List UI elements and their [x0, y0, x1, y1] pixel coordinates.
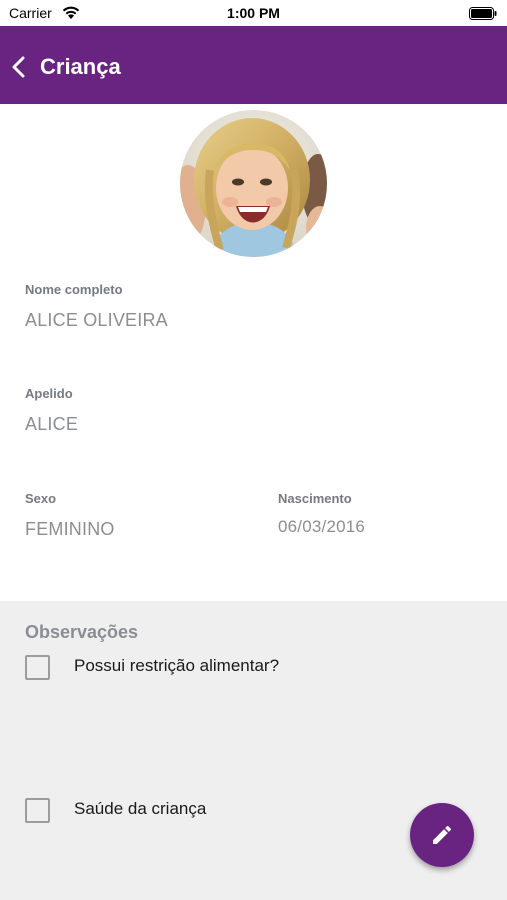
birth-date-value: 06/03/2016: [278, 517, 366, 536]
battery-icon: [469, 7, 497, 20]
app-bar: Criança: [0, 26, 507, 104]
back-button[interactable]: Criança: [10, 52, 121, 82]
status-time: 1:00 PM: [227, 5, 280, 21]
food-restriction-label: Possui restrição alimentar?: [74, 656, 280, 675]
full-name-value: ALICE OLIVEIRA: [25, 310, 168, 330]
status-bar: Carrier 1:00 PM: [0, 0, 507, 26]
full-name-label: Nome completo: [25, 282, 123, 297]
sex-label: Sexo: [25, 491, 57, 506]
child-health-label: Saúde da criança: [74, 799, 207, 818]
observations-title: Observações: [25, 622, 139, 642]
child-photo: [180, 110, 327, 257]
pencil-icon: [433, 825, 452, 844]
child-avatar: [180, 110, 327, 257]
page-title: Criança: [40, 54, 121, 79]
nickname-value: ALICE: [25, 414, 79, 434]
child-health-checkbox[interactable]: [25, 798, 50, 823]
food-restriction-checkbox[interactable]: [25, 655, 50, 680]
sex-value: FEMININO: [25, 519, 115, 539]
birth-date-label: Nascimento: [278, 491, 352, 506]
edit-button[interactable]: [410, 803, 474, 867]
chevron-left-icon: [12, 56, 25, 78]
nickname-label: Apelido: [25, 386, 73, 401]
